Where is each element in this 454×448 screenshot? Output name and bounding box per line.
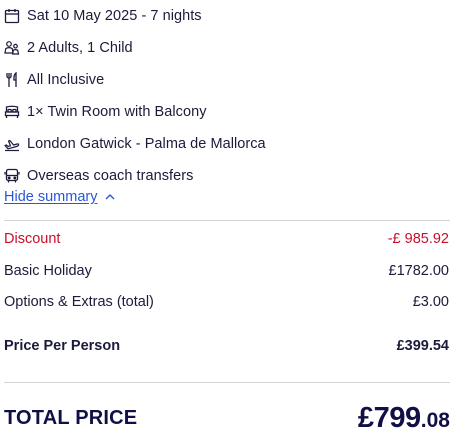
plane-icon bbox=[4, 136, 20, 152]
detail-text: 2 Adults, 1 Child bbox=[27, 40, 133, 56]
detail-text: Overseas coach transfers bbox=[27, 168, 194, 184]
price-label: Discount bbox=[4, 231, 61, 247]
price-value: £3.00 bbox=[412, 294, 449, 310]
detail-board: All Inclusive bbox=[4, 70, 104, 90]
total-price-main: £799 bbox=[357, 401, 421, 434]
detail-text: London Gatwick - Palma de Mallorca bbox=[27, 136, 266, 152]
guests-icon bbox=[4, 40, 20, 56]
detail-text: Sat 10 May 2025 - 7 nights bbox=[27, 8, 202, 24]
detail-text: All Inclusive bbox=[27, 72, 105, 88]
price-row-options-extras: Options & Extras (total) £3.00 bbox=[4, 292, 449, 312]
price-label: Basic Holiday bbox=[4, 263, 92, 279]
detail-text: 1× Twin Room with Balcony bbox=[27, 104, 207, 120]
price-row-discount: Discount -£ 985.92 bbox=[4, 229, 449, 249]
hide-summary-label: Hide summary bbox=[4, 189, 98, 205]
price-row-basic-holiday: Basic Holiday £1782.00 bbox=[4, 261, 449, 281]
price-label: Price Per Person bbox=[4, 338, 121, 354]
bus-icon bbox=[4, 168, 20, 184]
price-label: Options & Extras (total) bbox=[4, 294, 154, 310]
bed-icon bbox=[4, 104, 20, 120]
booking-summary: Sat 10 May 2025 - 7 nights 2 Adults, 1 C… bbox=[0, 0, 454, 448]
total-price-label: TOTAL PRICE bbox=[4, 406, 138, 429]
hide-summary-link[interactable]: Hide summary bbox=[4, 189, 116, 205]
cutlery-icon bbox=[4, 72, 20, 88]
chevron-up-icon bbox=[104, 191, 116, 203]
total-price-row: TOTAL PRICE £799 .08 bbox=[4, 398, 450, 438]
divider bbox=[4, 382, 450, 383]
divider bbox=[4, 220, 450, 221]
price-value: £399.54 bbox=[396, 338, 449, 354]
detail-flight: London Gatwick - Palma de Mallorca bbox=[4, 134, 266, 154]
total-price-amount: £799 .08 bbox=[358, 402, 450, 435]
detail-transfers: Overseas coach transfers bbox=[4, 166, 193, 186]
price-row-per-person: Price Per Person £399.54 bbox=[4, 336, 449, 356]
calendar-icon bbox=[4, 8, 20, 24]
total-price-decimal: .08 bbox=[420, 408, 450, 432]
price-value: £1782.00 bbox=[388, 263, 449, 279]
detail-dates: Sat 10 May 2025 - 7 nights bbox=[4, 6, 202, 26]
price-value: -£ 985.92 bbox=[387, 231, 449, 247]
detail-guests: 2 Adults, 1 Child bbox=[4, 38, 133, 58]
detail-room: 1× Twin Room with Balcony bbox=[4, 102, 207, 122]
